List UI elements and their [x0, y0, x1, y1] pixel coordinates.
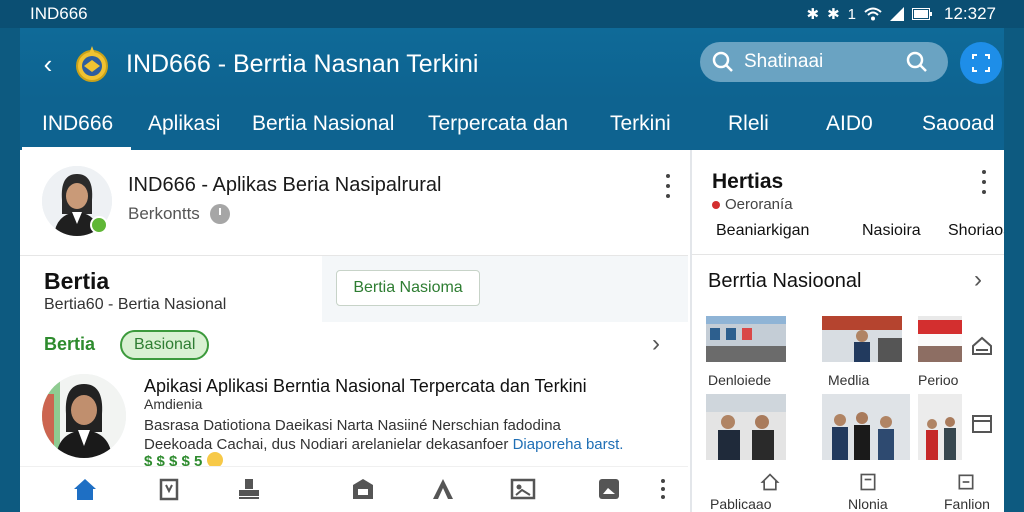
thumb-label-1: Denloiede [708, 372, 772, 388]
emblem-logo [76, 46, 108, 82]
status-time: 12:327 [944, 4, 996, 23]
post-title: IND666 - Aplikas Beria Nasipalrural [128, 174, 442, 196]
search-bar[interactable] [700, 42, 948, 82]
app-bar: ‹ IND666 - Berrtia Nasnan Terkini [20, 28, 1004, 100]
house-icon[interactable] [760, 472, 780, 492]
stamp-icon[interactable] [236, 477, 262, 501]
signal-1-icon: 1 [847, 5, 856, 23]
thumbnail-meeting[interactable] [822, 316, 902, 362]
search-icon [712, 51, 733, 72]
side-tab-shoriaoa[interactable]: Shoriaoa [948, 222, 1004, 240]
wifi-icon [864, 7, 882, 21]
share-icon[interactable] [970, 334, 994, 358]
post-subtitle: Berkontts [128, 204, 200, 223]
edit-box-icon[interactable] [956, 472, 976, 492]
article-body-line2: Deekoada Cachai, dus Nodiari arelanielar… [144, 436, 509, 453]
bottom-label-2[interactable]: Nlonia [848, 496, 888, 512]
thumbnail-street[interactable] [706, 316, 786, 362]
bottom-label-1[interactable]: Pablicaao [710, 496, 772, 512]
tab-terpercata[interactable]: Terpercata dan [428, 112, 568, 136]
thumbnail-office[interactable] [918, 394, 962, 460]
article-avatar [42, 374, 126, 458]
search-submit-icon[interactable] [904, 49, 930, 75]
section2-title: Bertia [44, 334, 96, 354]
image-icon[interactable] [596, 477, 622, 501]
bottom-label-3[interactable]: Fanlion [944, 496, 990, 512]
person-avatar-image [42, 374, 126, 458]
bottom-nav [20, 466, 688, 512]
tab-bertia-nasional[interactable]: Bertia Nasional [252, 112, 394, 136]
status-carrier: IND666 [30, 4, 88, 23]
side-subtitle: Oeroranía [725, 196, 793, 213]
side-tab-beaniarkigan[interactable]: Beaniarkigan [716, 222, 809, 240]
side-divider [692, 254, 1004, 255]
article-link[interactable]: Diaporeha barst. [513, 436, 624, 453]
bookmark-icon[interactable] [156, 477, 182, 501]
search-input[interactable] [744, 51, 904, 73]
share-box-icon[interactable] [350, 477, 376, 501]
app-title: IND666 - Berrtia Nasnan Terkini [126, 49, 479, 78]
post-more-icon[interactable] [662, 174, 674, 198]
live-dot-icon [712, 200, 720, 209]
clock-icon [209, 204, 230, 224]
side-title: Hertias [712, 170, 784, 193]
side-subtitle-row: Oeroranía [712, 196, 793, 213]
bertia-section: Bertia Bertia60 - Bertia Nasional Bertia… [20, 256, 688, 326]
basional-section[interactable]: Bertia Basional › [20, 326, 688, 366]
gallery-icon[interactable] [510, 477, 536, 501]
feed-panel: IND666 - Aplikas Beria Nasipalrural Berk… [20, 150, 688, 512]
battery-icon [912, 8, 932, 20]
online-status-dot [90, 216, 108, 234]
bertia-nasioma-button[interactable]: Bertia Nasioma [336, 270, 480, 306]
tab-aplikasi[interactable]: Aplikasi [148, 112, 220, 136]
cell-signal-icon [890, 7, 904, 21]
nav-more-icon[interactable] [657, 479, 669, 499]
home-icon[interactable] [72, 477, 98, 501]
thumbnail-handshake[interactable] [706, 394, 786, 460]
bluetooth-icon-2: ✱ [827, 6, 840, 23]
back-arrow-icon[interactable]: ‹ [30, 49, 66, 80]
thumb-label-2: Medlia [828, 372, 870, 388]
status-bar: IND666 ✱ ✱ 1 12:327 [0, 0, 1024, 28]
status-icons: ✱ ✱ 1 12:327 [807, 4, 997, 24]
basional-badge[interactable]: Basional [120, 330, 210, 360]
tab-ind666[interactable]: IND666 [21, 112, 132, 150]
article-subtitle: Amdienia [144, 396, 203, 412]
text-a-icon[interactable] [430, 477, 456, 501]
section-subtitle: Bertia60 - Bertia Nasional [44, 296, 227, 313]
tab-terkini[interactable]: Terkini [610, 112, 671, 136]
thumbnail-flag[interactable] [918, 316, 962, 362]
side-more-icon[interactable] [978, 170, 990, 194]
section-title: Bertia [44, 268, 110, 294]
tab-bar: IND666 Aplikasi Bertia Nasional Terperca… [20, 100, 1004, 150]
grid-icon [972, 54, 990, 72]
side-panel: Hertias Oeroranía Beaniarkigan Nasioira … [690, 150, 1004, 512]
app-window: ‹ IND666 - Berrtia Nasnan Terkini IND666… [20, 28, 1004, 512]
tab-aid0[interactable]: AID0 [826, 112, 873, 136]
apps-grid-button[interactable] [960, 42, 1002, 84]
side-section-title: Berrtia Nasioonal [708, 270, 862, 292]
tab-rleli[interactable]: Rleli [728, 112, 769, 136]
bluetooth-icon: ✱ [806, 6, 820, 23]
post-card[interactable]: IND666 - Aplikas Beria Nasipalrural Berk… [20, 150, 688, 256]
side-tab-nasioira[interactable]: Nasioira [862, 222, 921, 240]
article-body-line1: Basrasa Datiotiona Daeikasi Narta Nasiin… [144, 417, 561, 434]
tab-saooad[interactable]: Saooad [922, 112, 994, 136]
article-title: Apikasi Aplikasi Berntia Nasional Terper… [144, 376, 587, 396]
side-chevron-right-icon[interactable]: › [974, 266, 982, 294]
thumb-label-3: Perioo [918, 372, 959, 388]
thumbnail-officials[interactable] [822, 394, 910, 460]
chevron-right-icon[interactable]: › [652, 330, 660, 358]
article-body: Basrasa Datiotiona Daeikasi Narta Nasiin… [144, 416, 664, 454]
document-icon[interactable] [858, 472, 878, 492]
article-item[interactable]: Apikasi Aplikasi Berntia Nasional Terper… [20, 366, 688, 470]
inbox-icon[interactable] [970, 412, 994, 436]
post-meta: Berkontts [128, 204, 230, 224]
